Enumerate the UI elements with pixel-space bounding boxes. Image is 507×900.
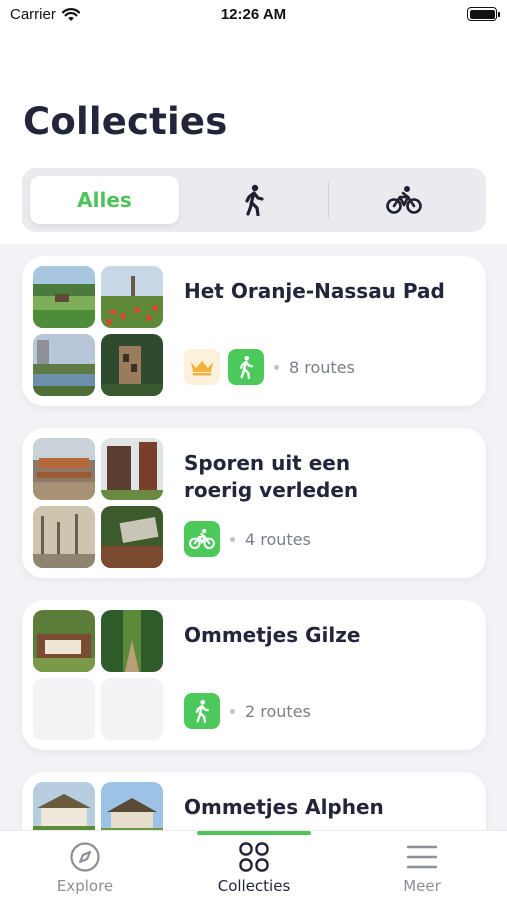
walking-icon (195, 699, 209, 723)
walking-icon (244, 184, 264, 216)
route-count: 2 routes (245, 701, 311, 721)
collection-meta: 8 routes (184, 349, 355, 385)
collection-card-oranje-nassau[interactable]: Het Oranje-Nassau Pad 8 routes (22, 256, 486, 406)
walking-icon (239, 355, 253, 379)
thumbnail-image (101, 782, 163, 830)
collection-title: Ommetjes Alphen (184, 795, 384, 819)
filter-all-button[interactable]: Alles (30, 176, 179, 224)
premium-badge (184, 349, 220, 385)
bicycle-icon (385, 186, 422, 214)
filter-segmented-control: Alles (22, 168, 486, 232)
collection-title-line1: Sporen uit een (184, 451, 351, 475)
bicycle-badge (184, 521, 220, 557)
battery-icon (467, 7, 500, 21)
separator-dot (230, 708, 235, 714)
thumbnail-image (101, 438, 163, 500)
collection-title: Ommetjes Gilze (184, 623, 361, 647)
tab-collecties[interactable]: Collecties (194, 841, 314, 895)
page-title: Collecties (23, 100, 228, 143)
compass-icon (70, 842, 100, 872)
menu-icon (406, 845, 438, 869)
collections-list[interactable]: Het Oranje-Nassau Pad 8 routes Sporen ui… (0, 244, 507, 830)
tab-explore-label: Explore (56, 877, 114, 895)
collection-card-alphen[interactable]: Ommetjes Alphen (22, 772, 486, 830)
tab-explore[interactable]: Explore (25, 841, 145, 895)
collection-thumbnails (33, 266, 163, 396)
collection-title: Sporen uit een roerig verleden (184, 450, 464, 504)
filter-all-label: Alles (77, 188, 132, 212)
separator-dot (274, 364, 279, 370)
thumbnail-image (33, 334, 95, 396)
tab-bar: Explore Collecties Meer (0, 830, 507, 900)
thumbnail-image (33, 610, 95, 672)
route-count: 4 routes (245, 529, 311, 549)
collection-meta: 4 routes (184, 521, 311, 557)
thumbnail-image (33, 266, 95, 328)
status-bar: Carrier 12:26 AM (0, 0, 507, 32)
collection-meta: 2 routes (184, 693, 311, 729)
separator-dot (230, 536, 235, 542)
collection-title-line2: roerig verleden (184, 478, 359, 502)
bicycle-icon (189, 528, 215, 550)
thumbnail-image (101, 334, 163, 396)
tab-collecties-label: Collecties (217, 877, 291, 895)
collection-title: Het Oranje-Nassau Pad (184, 279, 445, 303)
grid-icon (239, 842, 269, 872)
thumbnail-image (101, 266, 163, 328)
active-tab-indicator (197, 831, 311, 835)
filter-bicycle-button[interactable] (329, 176, 478, 224)
thumbnail-image (101, 506, 163, 568)
thumbnail-image (101, 610, 163, 672)
tab-meer-label: Meer (403, 877, 441, 895)
tab-meer[interactable]: Meer (362, 841, 482, 895)
status-time: 12:26 AM (220, 6, 287, 23)
collection-thumbnails (33, 782, 163, 830)
route-count: 8 routes (289, 357, 355, 377)
thumbnail-image (33, 506, 95, 568)
collection-thumbnails (33, 438, 163, 568)
crown-icon (191, 361, 213, 376)
thumbnail-placeholder (33, 678, 95, 740)
collection-thumbnails (33, 610, 163, 740)
thumbnail-image (33, 782, 95, 830)
filter-walking-button[interactable] (179, 176, 328, 224)
collection-card-sporen[interactable]: Sporen uit een roerig verleden 4 routes (22, 428, 486, 578)
thumbnail-placeholder (101, 678, 163, 740)
walking-badge (228, 349, 264, 385)
walking-badge (184, 693, 220, 729)
collection-card-gilze[interactable]: Ommetjes Gilze 2 routes (22, 600, 486, 750)
thumbnail-image (33, 438, 95, 500)
